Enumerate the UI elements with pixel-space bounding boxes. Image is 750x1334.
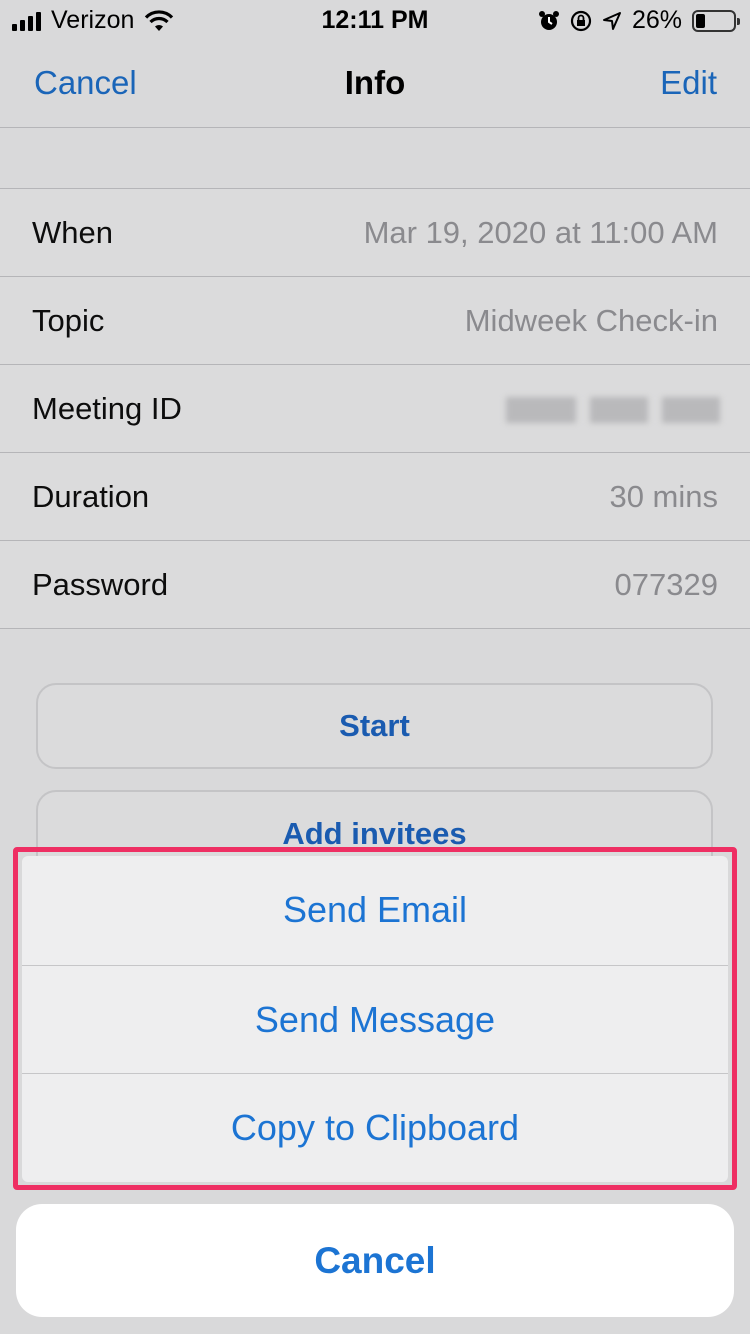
- orientation-lock-icon: [570, 10, 592, 31]
- info-label-password: Password: [32, 567, 169, 602]
- page-title: Info: [344, 64, 406, 101]
- location-icon: [602, 11, 621, 30]
- status-right: 26%: [538, 6, 740, 35]
- info-row-password: Password 077329: [0, 541, 750, 629]
- info-label-meeting-id: Meeting ID: [32, 391, 182, 426]
- info-label-when: When: [32, 215, 113, 250]
- info-value-duration: 30 mins: [609, 479, 718, 514]
- info-label-duration: Duration: [32, 479, 150, 514]
- meeting-id-redacted: [506, 397, 720, 423]
- meeting-info-table: When Mar 19, 2020 at 11:00 AM Topic Midw…: [0, 188, 750, 629]
- info-row-meeting-id: Meeting ID: [0, 365, 750, 453]
- info-value-password: 077329: [614, 567, 718, 602]
- info-row-topic: Topic Midweek Check-in: [0, 277, 750, 365]
- nav-bar: Cancel Info Edit: [0, 40, 750, 128]
- info-label-topic: Topic: [32, 303, 105, 338]
- highlight-outline: [13, 847, 737, 1190]
- info-value-topic: Midweek Check-in: [464, 303, 718, 338]
- info-row-when: When Mar 19, 2020 at 11:00 AM: [0, 189, 750, 277]
- start-button[interactable]: Start: [36, 683, 713, 769]
- status-bar: Verizon 12:11 PM 26%: [0, 0, 750, 40]
- battery-icon: [692, 9, 740, 32]
- nav-divider: [0, 127, 750, 128]
- battery-percent: 26%: [631, 6, 682, 34]
- nav-edit-button[interactable]: Edit: [660, 64, 717, 102]
- info-value-when: Mar 19, 2020 at 11:00 AM: [363, 215, 718, 250]
- info-row-duration: Duration 30 mins: [0, 453, 750, 541]
- action-sheet-cancel-button[interactable]: Cancel: [16, 1204, 734, 1317]
- alarm-icon: [538, 10, 559, 30]
- battery-level: [696, 13, 706, 28]
